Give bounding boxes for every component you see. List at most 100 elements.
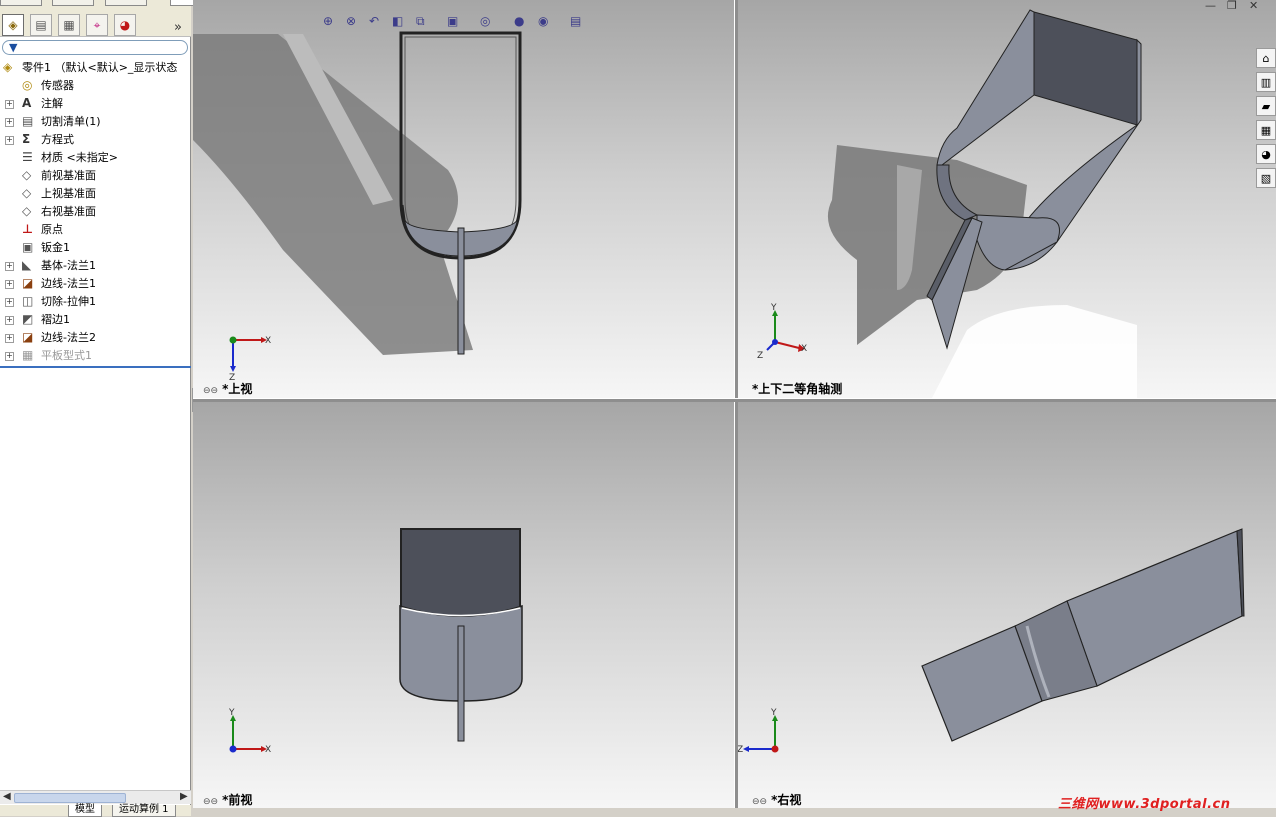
rollback-bar[interactable] (0, 366, 191, 368)
tree-item[interactable]: + ◩ 褶边1 (0, 311, 191, 329)
tree-item[interactable]: ◈ 零件1 （默认<默认>_显示状态 (0, 59, 191, 77)
tree-item[interactable]: + ◪ 边线-法兰1 (0, 275, 191, 293)
previous-view-button[interactable]: ↶ (369, 14, 379, 32)
view-orientation-button[interactable]: ⧉ (416, 14, 425, 32)
tree-item[interactable]: + ▤ 切割清单(1) (0, 113, 191, 131)
watermark: 三维网www.3dportal.cn (1058, 797, 1231, 812)
axis-y-label: Y (770, 708, 777, 718)
bottom-tab-0[interactable]: 模型 (68, 805, 102, 817)
scroll-right-icon[interactable]: ▶ (180, 791, 188, 802)
tree-item-label: 方程式 (41, 133, 74, 146)
bottom-tab-1[interactable]: 运动算例 1 (112, 805, 176, 817)
tree-item[interactable]: ◇ 右视基准面 (0, 203, 191, 221)
link-views-icon[interactable]: ⊖⊖ (203, 797, 218, 807)
back-panel (400, 528, 521, 617)
viewport-splitter-vertical[interactable] (734, 0, 738, 808)
link-views-icon[interactable]: ⊖⊖ (752, 797, 767, 807)
home-icon: ⌂ (1262, 51, 1270, 65)
view-palette-icon: ▦ (1260, 123, 1272, 137)
tree-item[interactable]: ☰ 材质 <未指定> (0, 149, 191, 167)
viewport-right[interactable]: Y Z ⊖⊖ *右视 (737, 401, 1276, 808)
viewport-splitter-horizontal[interactable] (193, 398, 1276, 402)
tree-item-label: 切割清单(1) (41, 115, 101, 128)
expand-icon[interactable]: + (5, 262, 14, 271)
close-icon[interactable]: ✕ (1249, 0, 1258, 12)
material-icon: ☰ (22, 150, 33, 164)
horizontal-scrollbar[interactable]: ◀ ▶ (0, 790, 191, 804)
configurationmanager-tab[interactable]: ▦ (58, 14, 80, 36)
tree-item[interactable]: ▣ 钣金1 (0, 239, 191, 257)
tree-item-label: 钣金1 (41, 241, 70, 254)
link-views-icon[interactable]: ⊖⊖ (203, 386, 218, 396)
edit-appearance-button[interactable]: ● (514, 14, 524, 32)
feature-filter-input[interactable]: ▼ (2, 40, 188, 55)
tree-item[interactable]: ◇ 上视基准面 (0, 185, 191, 203)
annotation-icon: A (22, 96, 32, 110)
left-wall (936, 9, 1035, 166)
viewport-isometric[interactable]: X Y Z *上下二等角轴测 — ❐ ✕ (737, 0, 1276, 398)
tree-item-label: 褶边1 (41, 313, 70, 326)
tree-item-label: 上视基准面 (41, 187, 96, 200)
tree-item[interactable]: ◎ 传感器 (0, 77, 191, 95)
tab-strip (457, 625, 465, 742)
zoom-to-area-button[interactable]: ⊗ (346, 14, 356, 32)
model-shadow (193, 34, 473, 355)
flat-pattern-icon: ▦ (22, 348, 34, 362)
tree-item[interactable]: + Σ 方程式 (0, 131, 191, 149)
manager-tab-bar: ◈ ▤ ▦ ⌖ ◕ » (0, 6, 191, 37)
dimxpert-icon: ⌖ (93, 17, 101, 32)
restore-icon[interactable]: ❐ (1227, 0, 1237, 12)
expand-icon[interactable]: + (5, 298, 14, 307)
expand-icon[interactable]: + (5, 136, 14, 145)
display-style-button[interactable]: ▣ (447, 14, 458, 32)
tree-item[interactable]: ◇ 前视基准面 (0, 167, 191, 185)
view-palette-tab[interactable]: ▦ (1256, 120, 1276, 140)
expand-icon[interactable]: + (5, 118, 14, 127)
custom-properties-tab[interactable]: ▧ (1256, 168, 1276, 188)
expand-icon[interactable]: + (5, 352, 14, 361)
minimize-icon[interactable]: — (1205, 0, 1216, 12)
scroll-left-icon[interactable]: ◀ (3, 791, 11, 802)
tree-item-label: 右视基准面 (41, 205, 96, 218)
apply-scene-button[interactable]: ◉ (538, 14, 548, 32)
custom-properties-icon: ▧ (1260, 171, 1272, 185)
featuremanager-tab[interactable]: ◈ (2, 14, 24, 36)
tree-item[interactable]: + ◪ 边线-法兰2 (0, 329, 191, 347)
expand-icon[interactable]: + (5, 100, 14, 109)
viewport-label-right: ⊖⊖ *右视 (752, 793, 802, 807)
expand-icon[interactable]: + (5, 334, 14, 343)
view-orientation-icon: ⧉ (416, 14, 425, 28)
viewport-top[interactable]: X Z ⊖⊖ *上视 (193, 0, 734, 398)
section-view-button[interactable]: ◧ (392, 14, 403, 32)
tree-item[interactable]: + ◫ 切除-拉伸1 (0, 293, 191, 311)
tree-item[interactable]: + ▦ 平板型式1 (0, 347, 191, 365)
tree-item-label: 平板型式1 (41, 349, 92, 362)
expand-icon[interactable]: + (5, 280, 14, 289)
viewport-front[interactable]: X Y ⊖⊖ *前视 (193, 401, 734, 808)
solidworks-resources-tab[interactable]: ⌂ (1256, 48, 1276, 68)
tree-item-label: 零件1 （默认<默认>_显示状态 (22, 61, 178, 74)
tree-item[interactable]: + A 注解 (0, 95, 191, 113)
right-panel-large (1066, 530, 1243, 687)
design-library-tab[interactable]: ▥ (1256, 72, 1276, 92)
tree-item[interactable]: + ◣ 基体-法兰1 (0, 257, 191, 275)
propertymanager-tab[interactable]: ▤ (30, 14, 52, 36)
tree-item-label: 材质 <未指定> (41, 151, 118, 164)
tree-item-label: 基体-法兰1 (41, 259, 96, 272)
configuration-icon: ▦ (63, 18, 75, 32)
hide-show-items-button[interactable]: ◎ (480, 14, 490, 32)
displaymanager-tab[interactable]: ◕ (114, 14, 136, 36)
scrollbar-thumb[interactable] (14, 793, 126, 803)
dimxpertmanager-tab[interactable]: ⌖ (86, 14, 108, 36)
zoom-to-fit-button[interactable]: ⊕ (323, 14, 333, 32)
zoom-area-icon: ⊗ (346, 14, 357, 28)
plane-icon: ◇ (22, 168, 32, 182)
view-settings-button[interactable]: ▤ (570, 14, 581, 32)
appearances-scenes-tab[interactable]: ◕ (1256, 144, 1276, 164)
tree-item[interactable]: ⊥ 原点 (0, 221, 191, 239)
section-view-icon: ◧ (392, 14, 404, 28)
expand-icon[interactable]: + (5, 316, 14, 325)
expand-panel-icon[interactable]: » (174, 20, 182, 35)
tree-item-label: 边线-法兰1 (41, 277, 96, 290)
file-explorer-tab[interactable]: ▰ (1256, 96, 1276, 116)
